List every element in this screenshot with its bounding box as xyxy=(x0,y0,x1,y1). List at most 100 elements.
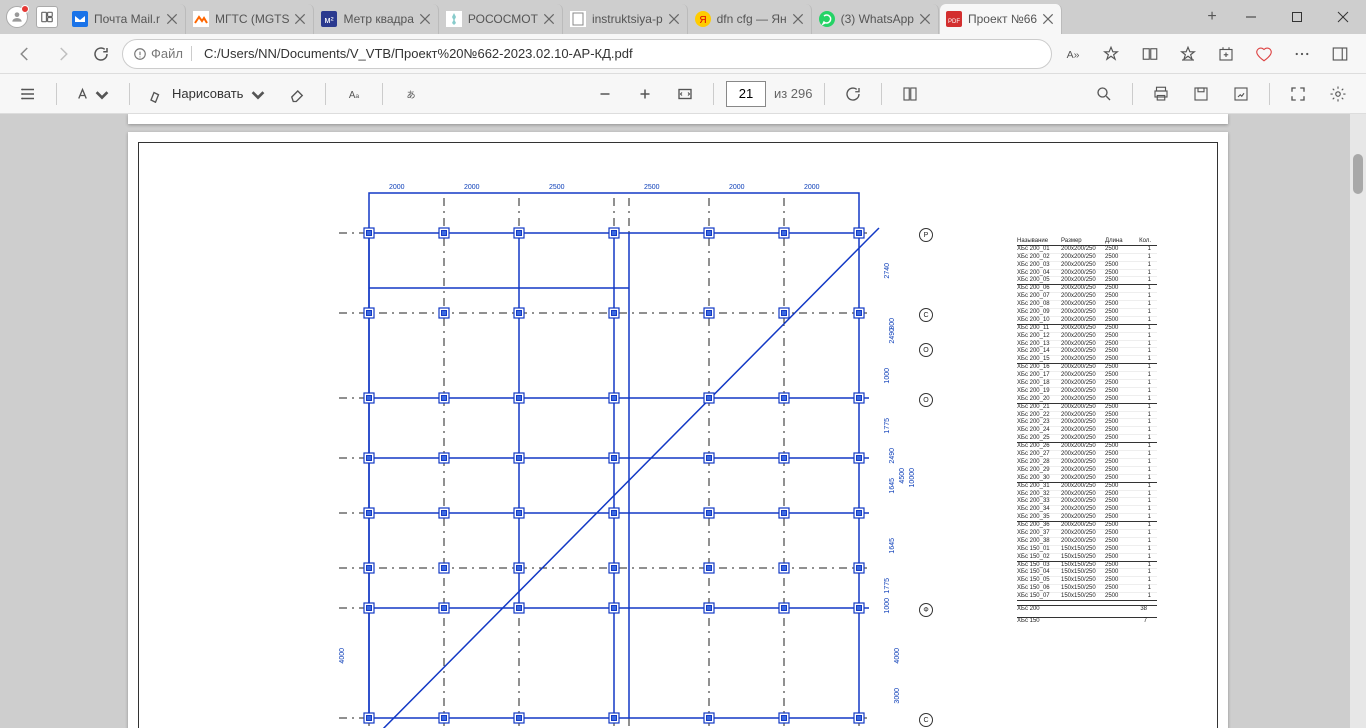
workspace-button[interactable] xyxy=(36,6,58,28)
dim-right-4: 1775 xyxy=(884,418,891,434)
back-button[interactable] xyxy=(8,37,42,71)
save-button[interactable] xyxy=(1185,78,1217,110)
close-window-button[interactable] xyxy=(1320,0,1366,34)
refresh-button[interactable] xyxy=(84,37,118,71)
table-row: ХБс 150_05150х150/25025001 xyxy=(1017,577,1157,585)
minimize-button[interactable] xyxy=(1228,0,1274,34)
svg-text:м²: м² xyxy=(325,15,334,25)
maximize-button[interactable] xyxy=(1274,0,1320,34)
profile-button[interactable] xyxy=(6,6,28,28)
more-button[interactable] xyxy=(1284,37,1320,71)
table-row: ХБс 200_04200х200/25025001 xyxy=(1017,270,1157,278)
table-row: ХБс 200_26200х200/25025001 xyxy=(1017,443,1157,451)
zoom-out-button[interactable] xyxy=(589,78,621,110)
tab-4[interactable]: instruktsiya-p xyxy=(564,4,688,34)
zoom-in-button[interactable] xyxy=(629,78,661,110)
dim-top-5: 2000 xyxy=(804,184,820,191)
axis-bubble-1: С xyxy=(919,308,933,322)
new-tab-button[interactable]: + xyxy=(1196,1,1228,33)
pdf-settings-button[interactable] xyxy=(1322,78,1354,110)
health-button[interactable] xyxy=(1246,37,1282,71)
url-box[interactable]: Файл C:/Users/NN/Documents/V_VTB/Проект%… xyxy=(122,39,1052,69)
contents-button[interactable] xyxy=(12,78,44,110)
page-number-input[interactable] xyxy=(726,81,766,107)
svg-text:あ: あ xyxy=(407,89,416,99)
table-row: ХБс 200_36200х200/25025001 xyxy=(1017,522,1157,530)
forward-button[interactable] xyxy=(46,37,80,71)
schedule-table: Называние Размер Длина Кол. ХБс 200_0120… xyxy=(1017,238,1157,625)
scrollbar-thumb[interactable] xyxy=(1353,154,1363,194)
close-tab-icon[interactable] xyxy=(791,12,805,26)
table-row: ХБс 200_31200х200/25025001 xyxy=(1017,483,1157,491)
draw-menu[interactable]: Нарисовать xyxy=(142,78,273,110)
rotate-button[interactable] xyxy=(837,78,869,110)
table-row: ХБс 200_28200х200/25025001 xyxy=(1017,459,1157,467)
close-tab-icon[interactable] xyxy=(667,12,681,26)
pdf-viewer[interactable]: 200020002500250020002000 400025002500400… xyxy=(0,114,1366,728)
table-row: ХБс 200_16200х200/25025001 xyxy=(1017,364,1157,372)
table-row: ХБс 200_34200х200/25025001 xyxy=(1017,506,1157,514)
table-row: ХБс 200_21200х200/25025001 xyxy=(1017,404,1157,412)
tab-6[interactable]: (3) WhatsApp xyxy=(813,4,939,34)
svg-text:Я: Я xyxy=(699,15,706,26)
close-tab-icon[interactable] xyxy=(165,12,179,26)
fullscreen-button[interactable] xyxy=(1282,78,1314,110)
close-tab-icon[interactable] xyxy=(418,12,432,26)
sidebar-button[interactable] xyxy=(1322,37,1358,71)
save-as-button[interactable] xyxy=(1225,78,1257,110)
close-tab-icon[interactable] xyxy=(918,12,932,26)
search-pdf-button[interactable] xyxy=(1088,78,1120,110)
close-tab-icon[interactable] xyxy=(1041,12,1055,26)
table-row: ХБс 200_24200х200/25025001 xyxy=(1017,427,1157,435)
page-border: 200020002500250020002000 400025002500400… xyxy=(138,142,1218,728)
collections-button[interactable] xyxy=(1208,37,1244,71)
table-row: ХБс 200_23200х200/25025001 xyxy=(1017,419,1157,427)
tab-label: Метр квадра xyxy=(343,12,413,26)
print-button[interactable] xyxy=(1145,78,1177,110)
tab-0[interactable]: Почта Mail.r xyxy=(66,4,186,34)
dim-right-7: 4500 xyxy=(899,468,906,484)
table-row: ХБс 200_19200х200/25025001 xyxy=(1017,388,1157,396)
tab-1[interactable]: МГТС (MGTS xyxy=(187,4,314,34)
read-aloud-button[interactable]: あ xyxy=(395,78,427,110)
dim-right-13: 3000 xyxy=(894,688,901,704)
tab-label: (3) WhatsApp xyxy=(841,12,914,26)
table-row: ХБс 200_11200х200/25025001 xyxy=(1017,325,1157,333)
reading-mode-button[interactable]: A» xyxy=(1056,37,1090,71)
tab-3[interactable]: РОСОСМОТ xyxy=(440,4,563,34)
titlebar: Почта Mail.r МГТС (MGTS м² Метр квадра Р… xyxy=(0,0,1366,34)
page-view-button[interactable] xyxy=(894,78,926,110)
tab-favicon xyxy=(819,11,835,27)
favorites-list-button[interactable] xyxy=(1170,37,1206,71)
dim-right-6: 1645 xyxy=(889,478,896,494)
structural-drawing: 200020002500250020002000 400025002500400… xyxy=(309,168,1009,728)
fit-page-button[interactable] xyxy=(669,78,701,110)
table-row: ХБс 200_06200х200/25025001 xyxy=(1017,285,1157,293)
close-tab-icon[interactable] xyxy=(542,12,556,26)
svg-text:Aa: Aa xyxy=(349,89,360,100)
tab-7[interactable]: PDF Проект №66 xyxy=(940,4,1062,34)
table-row: ХБс 200_32200х200/25025001 xyxy=(1017,491,1157,499)
dim-right-3: 1000 xyxy=(884,368,891,384)
table-row: ХБс 200_14200х200/25025001 xyxy=(1017,348,1157,356)
table-row: ХБс 200_30200х200/25025001 xyxy=(1017,475,1157,483)
split-screen-button[interactable] xyxy=(1132,37,1168,71)
vertical-scrollbar[interactable] xyxy=(1350,114,1366,728)
highlight-button[interactable] xyxy=(69,78,117,110)
extension-icons xyxy=(1132,37,1358,71)
favorite-button[interactable] xyxy=(1094,37,1128,71)
tab-5[interactable]: Я dfn cfg — Ян xyxy=(689,4,812,34)
close-tab-icon[interactable] xyxy=(293,12,307,26)
table-row: ХБс 200_07200х200/25025001 xyxy=(1017,293,1157,301)
text-button[interactable]: Aa xyxy=(338,78,370,110)
dim-right-12: 4000 xyxy=(894,648,901,664)
erase-button[interactable] xyxy=(281,78,313,110)
table-row: ХБс 200_17200х200/25025001 xyxy=(1017,372,1157,380)
tab-2[interactable]: м² Метр квадра xyxy=(315,4,438,34)
table-row: ХБс 200_01200х200/25025001 xyxy=(1017,246,1157,254)
table-row: ХБс 150_03150х150/25025001 xyxy=(1017,562,1157,570)
table-row: ХБс 200_38200х200/25025001 xyxy=(1017,538,1157,546)
url-scheme: Файл xyxy=(133,46,192,61)
table-total-row: ХБс 1507 xyxy=(1017,617,1157,625)
table-row: ХБс 200_33200х200/25025001 xyxy=(1017,498,1157,506)
